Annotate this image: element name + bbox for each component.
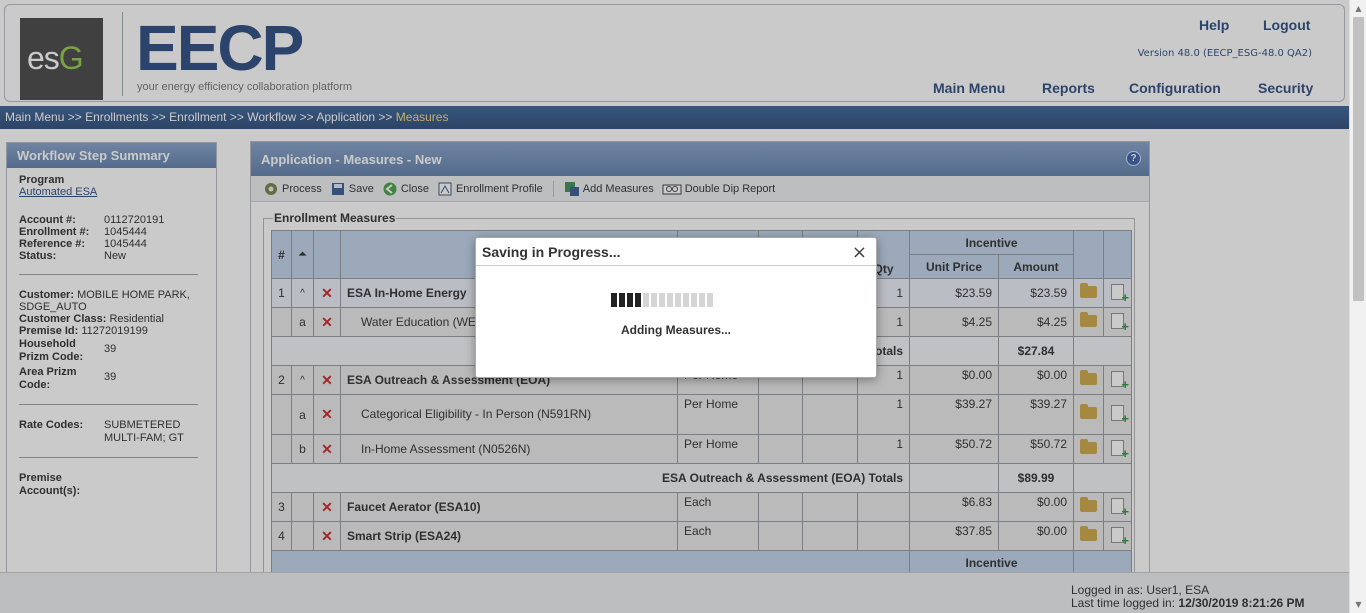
scroll-down-icon[interactable]: ▼ [1350, 596, 1366, 613]
progress-segment [691, 293, 697, 307]
progress-segment [643, 293, 649, 307]
progress-segment [619, 293, 625, 307]
progress-segment [675, 293, 681, 307]
scroll-up-icon[interactable]: ▲ [1350, 0, 1366, 17]
progress-indicator [611, 293, 713, 307]
saving-dialog: Saving in Progress... × Adding Measures.… [475, 237, 877, 378]
progress-segment [627, 293, 633, 307]
progress-segment [667, 293, 673, 307]
dialog-message: Adding Measures... [620, 323, 732, 337]
scrollbar-thumb[interactable] [1353, 17, 1364, 301]
vertical-scrollbar[interactable]: ▲ ▼ [1349, 0, 1366, 613]
progress-segment [707, 293, 713, 307]
progress-segment [635, 293, 641, 307]
progress-segment [699, 293, 705, 307]
progress-segment [659, 293, 665, 307]
close-icon[interactable]: × [852, 242, 867, 263]
dialog-title: Saving in Progress... [476, 238, 876, 266]
progress-segment [611, 293, 617, 307]
progress-segment [651, 293, 657, 307]
progress-segment [683, 293, 689, 307]
